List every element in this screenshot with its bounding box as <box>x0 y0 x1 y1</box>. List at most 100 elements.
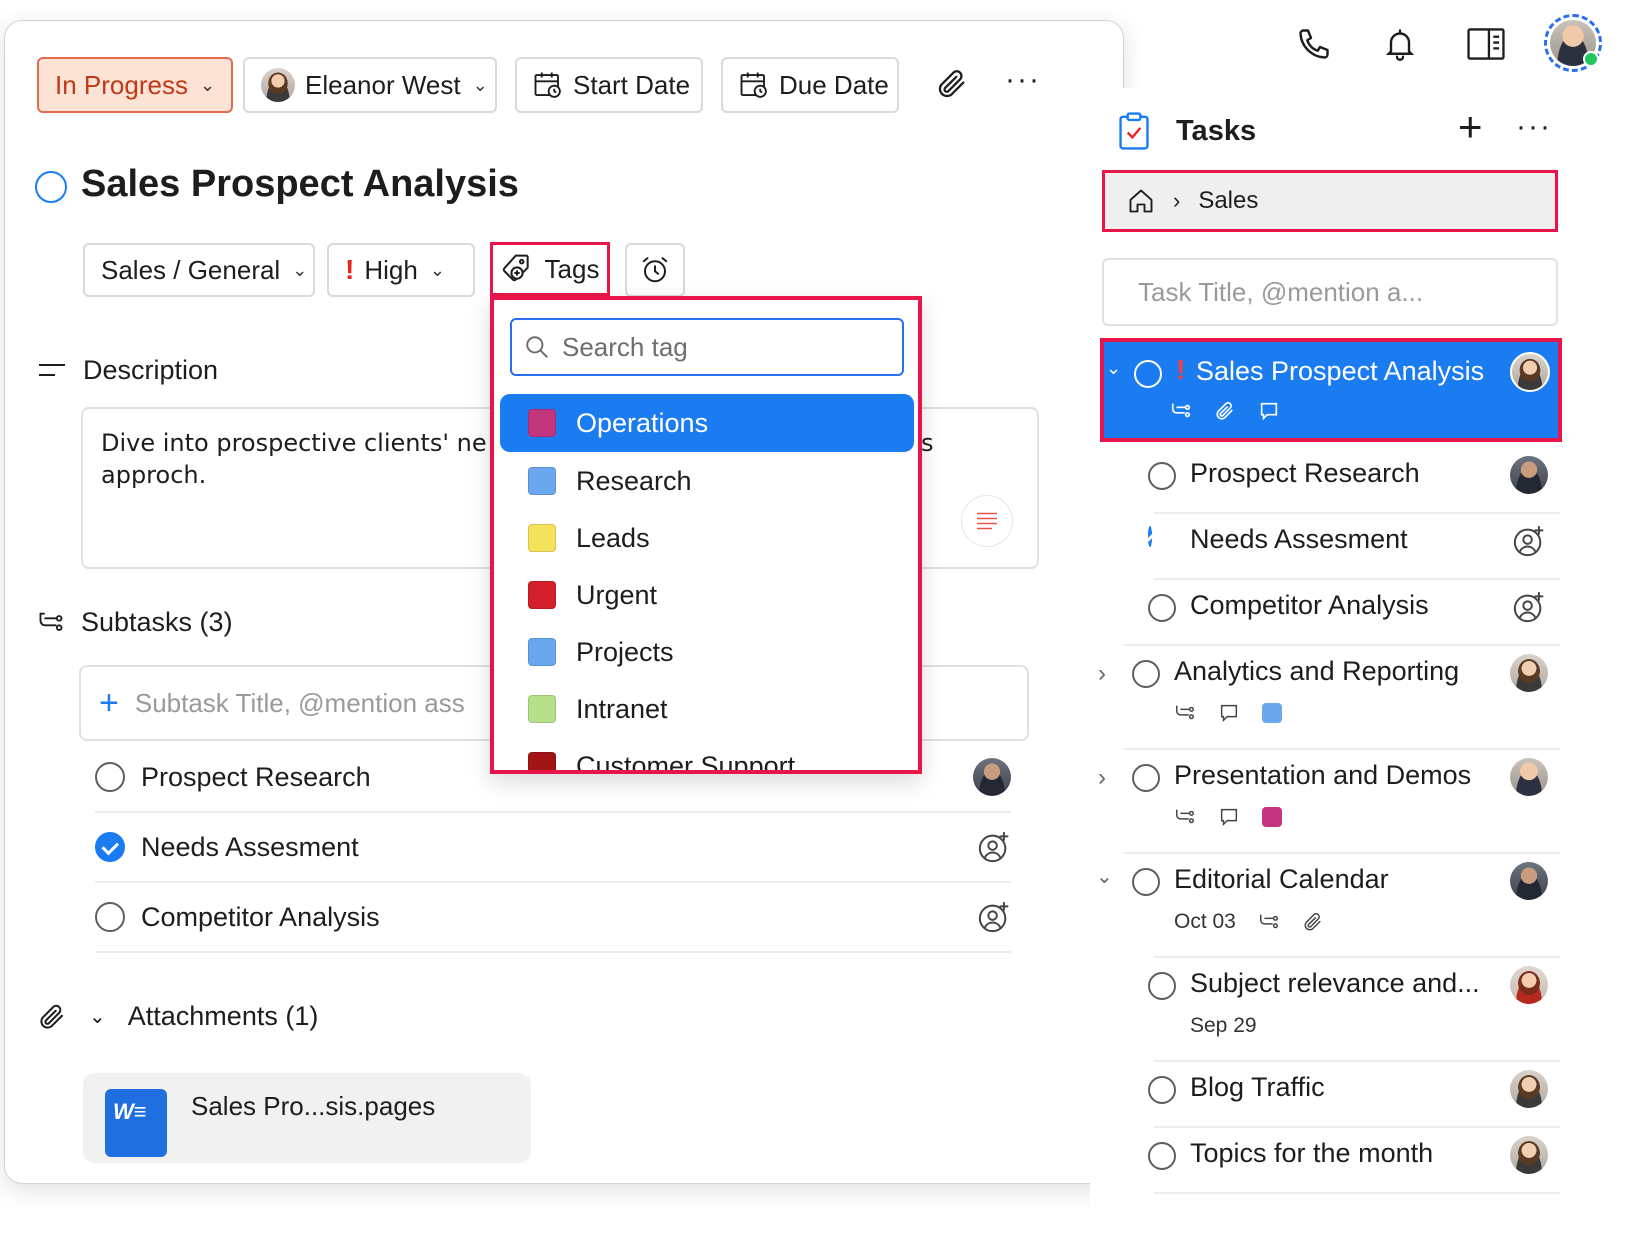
task-row[interactable]: › Analytics and Reporting <box>1090 646 1560 750</box>
task-row[interactable]: Needs Assesment <box>1090 514 1560 580</box>
start-date-button[interactable]: Start Date <box>515 57 703 113</box>
project-dropdown[interactable]: Sales / General ⌄ <box>83 243 315 297</box>
task-title-placeholder: Task Title, @mention a... <box>1138 276 1424 307</box>
tag-color-swatch <box>528 467 556 495</box>
subtask-row[interactable]: Competitor Analysis <box>95 883 1011 953</box>
task-row[interactable]: Topics for the month <box>1090 1128 1560 1194</box>
status-dropdown[interactable]: In Progress ⌄ <box>37 57 234 113</box>
calendar-clock-icon <box>739 70 769 100</box>
assign-user-icon[interactable] <box>977 830 1011 864</box>
bell-icon[interactable] <box>1376 20 1424 68</box>
subtask-title: Competitor Analysis <box>141 901 380 932</box>
task-assignee-avatar[interactable] <box>1510 966 1548 1004</box>
tag-option-research[interactable]: Research <box>500 452 914 510</box>
notes-icon[interactable] <box>961 495 1013 547</box>
more-options-icon[interactable]: ··· <box>1516 110 1552 144</box>
breadcrumb-current[interactable]: Sales <box>1198 187 1258 215</box>
task-assignee-avatar[interactable] <box>1510 862 1548 900</box>
tag-option-label: Leads <box>576 522 650 553</box>
chevron-down-icon: ⌄ <box>292 259 308 280</box>
task-row[interactable]: Blog Traffic <box>1090 1062 1560 1128</box>
sidebar-toggle-icon[interactable] <box>1462 20 1510 68</box>
task-assignee-avatar[interactable] <box>1510 456 1548 494</box>
task-assignee-avatar[interactable] <box>1510 758 1548 796</box>
subtask-checkbox-checked[interactable] <box>95 832 125 862</box>
task-meta: Sep 29 <box>1190 1014 1257 1038</box>
due-date-button[interactable]: Due Date <box>721 57 899 113</box>
chevron-down-icon[interactable]: ⌄ <box>1096 864 1113 889</box>
task-title: Needs Assesment <box>1190 524 1408 554</box>
paperclip-icon <box>1216 401 1233 420</box>
add-task-icon[interactable]: + <box>1458 106 1483 148</box>
task-checkbox[interactable] <box>1132 660 1160 688</box>
tag-option-intranet[interactable]: Intranet <box>500 680 914 738</box>
task-assignee-avatar[interactable] <box>1510 1070 1548 1108</box>
search-icon <box>524 334 550 360</box>
task-checkbox-checked[interactable] <box>1148 526 1152 547</box>
task-assignee-avatar[interactable] <box>1510 654 1548 692</box>
subtask-icon <box>1259 914 1278 929</box>
tag-color-swatch <box>528 581 556 609</box>
task-checkbox[interactable] <box>1148 1076 1176 1104</box>
assignee-name: Eleanor West <box>305 69 461 100</box>
task-checkbox[interactable] <box>1134 360 1162 388</box>
tags-button[interactable]: Tags <box>490 242 610 296</box>
tag-option-urgent[interactable]: Urgent <box>500 566 914 624</box>
task-row[interactable]: Competitor Analysis <box>1090 580 1560 646</box>
task-complete-checkbox[interactable] <box>35 171 67 203</box>
tag-search-input[interactable]: Search tag <box>510 318 904 376</box>
attachment-card[interactable]: W≡ Sales Pro...sis.pages <box>83 1073 531 1163</box>
task-checkbox[interactable] <box>1148 1142 1176 1170</box>
task-title-input[interactable]: Task Title, @mention a... <box>1102 258 1558 326</box>
tag-option-leads[interactable]: Leads <box>500 509 914 567</box>
chevron-down-icon[interactable]: ⌄ <box>1106 358 1121 379</box>
task-checkbox[interactable] <box>1132 868 1160 896</box>
task-assignee-avatar[interactable] <box>1510 352 1550 392</box>
assign-user-icon[interactable] <box>1512 524 1546 558</box>
phone-icon[interactable] <box>1290 20 1338 68</box>
subtask-checkbox[interactable] <box>95 902 125 932</box>
tasks-sidebar-header: Tasks <box>1118 112 1256 150</box>
task-row[interactable]: › Presentation and Demos <box>1090 750 1560 854</box>
start-date-label: Start Date <box>573 69 691 100</box>
tag-color-swatch <box>528 638 556 666</box>
task-checkbox[interactable] <box>1148 972 1176 1000</box>
priority-dropdown[interactable]: ! High ⌄ <box>327 243 475 297</box>
assign-user-icon[interactable] <box>977 900 1011 934</box>
tasks-title: Tasks <box>1176 114 1257 147</box>
task-row[interactable]: Prospect Research <box>1090 448 1560 514</box>
subtask-assignee-avatar[interactable] <box>973 758 1011 796</box>
selected-task-row[interactable]: ⌄ ! Sales Prospect Analysis <box>1100 338 1562 442</box>
chevron-down-icon[interactable]: ⌄ <box>89 1004 106 1029</box>
task-title[interactable]: Sales Prospect Analysis <box>81 163 519 206</box>
home-icon[interactable] <box>1127 187 1155 215</box>
due-date-label: Due Date <box>779 69 889 100</box>
task-checkbox[interactable] <box>1148 594 1176 622</box>
paperclip-icon <box>37 1002 67 1032</box>
paperclip-icon[interactable] <box>935 67 969 101</box>
chevron-right-icon[interactable]: › <box>1098 660 1106 688</box>
reminder-button[interactable] <box>625 243 685 297</box>
chevron-right-icon[interactable]: › <box>1098 764 1106 792</box>
assignee-dropdown[interactable]: Eleanor West ⌄ <box>243 57 497 113</box>
task-row[interactable]: Subject relevance and... Sep 29 <box>1090 958 1560 1062</box>
more-options-icon[interactable]: ··· <box>1005 63 1041 97</box>
priority-exclamation-icon: ! <box>1176 354 1186 385</box>
subtask-row[interactable]: Needs Assesment <box>95 813 1011 883</box>
tag-option-projects[interactable]: Projects <box>500 623 914 681</box>
tasks-sidebar: Tasks + ··· › Sales Task Title, @mention… <box>1090 88 1642 1248</box>
subtask-checkbox[interactable] <box>95 762 125 792</box>
assignee-avatar <box>261 68 295 102</box>
task-assignee-avatar[interactable] <box>1510 1136 1548 1174</box>
task-title: Blog Traffic <box>1190 1072 1325 1102</box>
user-avatar[interactable] <box>1544 14 1602 72</box>
tag-option-operations[interactable]: Operations <box>500 394 914 452</box>
task-checkbox[interactable] <box>1132 764 1160 792</box>
attachments-section-header[interactable]: ⌄ Attachments (1) <box>37 1001 318 1032</box>
tag-option-customer-support[interactable]: Customer Support <box>500 737 914 770</box>
breadcrumb[interactable]: › Sales <box>1102 170 1558 232</box>
task-checkbox[interactable] <box>1148 462 1176 490</box>
task-row[interactable]: ⌄ Editorial Calendar Oct 03 <box>1090 854 1560 958</box>
assign-user-icon[interactable] <box>1512 590 1546 624</box>
tag-color-swatch <box>528 695 556 723</box>
